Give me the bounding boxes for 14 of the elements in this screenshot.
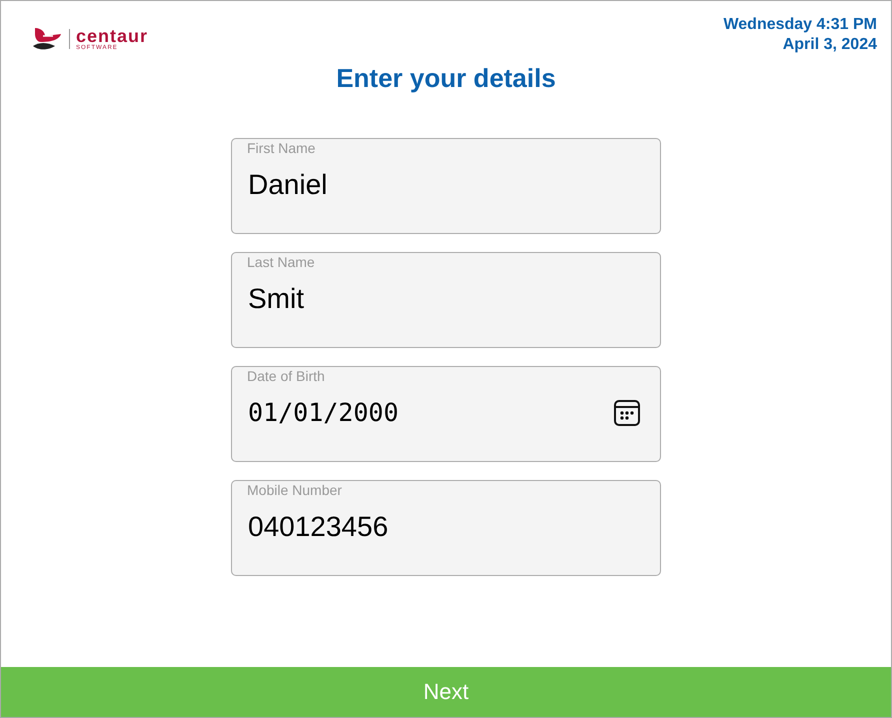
- field-label: First Name: [246, 139, 316, 156]
- logo-wordmark: centaur: [76, 27, 148, 45]
- input-field[interactable]: First Name Daniel: [231, 138, 661, 234]
- date: April 3, 2024: [782, 35, 877, 55]
- field-label: Date of Birth: [246, 367, 326, 384]
- logo-icon: [31, 26, 63, 52]
- date-field[interactable]: Date of Birth 01/01/2000: [231, 366, 661, 462]
- page-title: Enter your details: [336, 63, 556, 94]
- field-label: Last Name: [246, 253, 316, 270]
- calendar-icon[interactable]: [613, 398, 641, 426]
- field-label: Mobile Number: [246, 481, 343, 498]
- input-field[interactable]: Mobile Number 040123456: [231, 480, 661, 576]
- day-time: Wednesday 4:31 PM: [723, 15, 877, 35]
- input-field[interactable]: Last Name Smit: [231, 252, 661, 348]
